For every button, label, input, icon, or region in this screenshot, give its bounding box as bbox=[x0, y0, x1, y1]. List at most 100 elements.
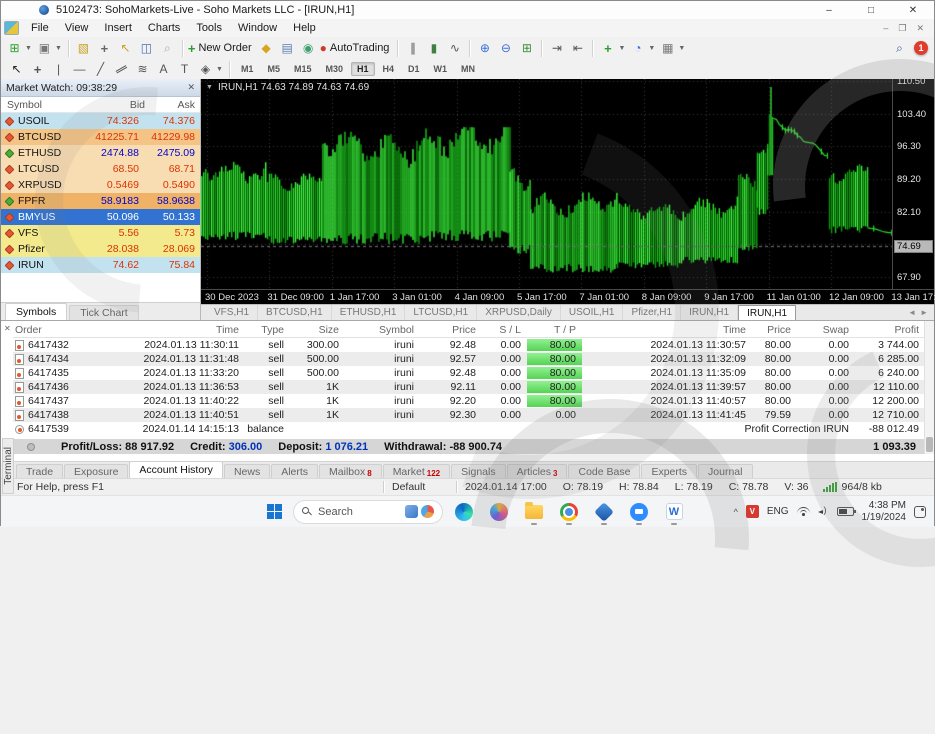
tray-clock[interactable]: 4:38 PM 1/19/2024 bbox=[862, 500, 907, 523]
depth-of-market-button[interactable]: ◆ bbox=[257, 39, 276, 58]
price-chart-canvas[interactable] bbox=[201, 79, 894, 289]
market-watch-row-irun[interactable]: IRUN74.6275.84 bbox=[1, 257, 200, 273]
new-order-button[interactable]: +New Order bbox=[188, 39, 255, 58]
pointer-mode-button[interactable]: ↖ bbox=[116, 39, 135, 58]
balance-row-6417539[interactable]: 64175392024.01.14 14:15:13balanceProfit … bbox=[13, 422, 924, 436]
column-type[interactable]: Type bbox=[245, 324, 290, 336]
taskbar-app-metatrader[interactable] bbox=[591, 499, 617, 525]
terminal-tab-experts[interactable]: Experts bbox=[641, 464, 697, 478]
sound-button[interactable]: ◉ bbox=[299, 39, 318, 58]
column-swap[interactable]: Swap bbox=[797, 324, 855, 336]
column-symbol[interactable]: Symbol bbox=[1, 99, 91, 111]
terminal-tab-code-base[interactable]: Code Base bbox=[568, 464, 640, 478]
column-symbol[interactable]: Symbol bbox=[345, 324, 420, 336]
market-watch-row-ethusd[interactable]: ETHUSD2474.882475.09 bbox=[1, 145, 200, 161]
order-row-6417436[interactable]: 64174362024.01.13 11:36:53sell1Kiruni92.… bbox=[13, 380, 924, 394]
taskbar-app-zoom[interactable] bbox=[626, 499, 652, 525]
crosshair-cursor-button[interactable]: + bbox=[95, 39, 114, 58]
order-row-6417437[interactable]: 64174372024.01.13 11:40:22sell1Kiruni92.… bbox=[13, 394, 924, 408]
new-chart-button[interactable]: ⊞ bbox=[5, 39, 24, 58]
channel-tool-button[interactable]: ∥ bbox=[112, 60, 131, 79]
auto-scroll-button[interactable]: ⇥ bbox=[547, 39, 566, 58]
maximize-button[interactable]: □ bbox=[850, 1, 892, 19]
menu-file[interactable]: File bbox=[23, 19, 57, 37]
terminal-scrollbar[interactable] bbox=[924, 321, 934, 454]
column-size[interactable]: Size bbox=[290, 324, 345, 336]
terminal-tab-trade[interactable]: Trade bbox=[16, 464, 63, 478]
chart-tab-ethusd-h1[interactable]: ETHUSD,H1 bbox=[332, 305, 406, 320]
column-profit[interactable]: Profit bbox=[855, 324, 925, 336]
tray-antivirus-icon[interactable]: V bbox=[746, 505, 759, 518]
notification-badge[interactable]: 1 bbox=[914, 41, 928, 55]
market-watch-row-usoil[interactable]: USOIL74.32674.376 bbox=[1, 113, 200, 129]
time-axis[interactable]: 30 Dec 202331 Dec 09:001 Jan 17:003 Jan … bbox=[201, 289, 934, 304]
scroll-left-icon[interactable]: ◄ bbox=[908, 308, 916, 317]
timeframe-d1[interactable]: D1 bbox=[402, 62, 426, 76]
line-chart-mode-button[interactable]: ∿ bbox=[445, 39, 464, 58]
child-close-button[interactable]: ✕ bbox=[916, 23, 924, 34]
chart-preview-button[interactable]: ▧ bbox=[74, 39, 93, 58]
chart-tab-usoil-h1[interactable]: USOIL,H1 bbox=[561, 305, 624, 320]
column-order[interactable]: Order bbox=[13, 324, 105, 336]
terminal-tab-mailbox[interactable]: Mailbox8 bbox=[319, 464, 382, 478]
market-watch-row-bmyus[interactable]: BMYUS50.09650.133 bbox=[1, 209, 200, 225]
periods-dropdown-icon[interactable]: ▼ bbox=[648, 45, 655, 52]
timeframe-m5[interactable]: M5 bbox=[261, 62, 286, 76]
column-price[interactable]: Price bbox=[752, 324, 797, 336]
order-row-6417434[interactable]: 64174342024.01.13 11:31:48sell500.00irun… bbox=[13, 352, 924, 366]
indicators-button[interactable]: + bbox=[598, 39, 617, 58]
child-minimize-button[interactable]: – bbox=[883, 23, 888, 34]
column-time[interactable]: Time bbox=[582, 324, 752, 336]
zoom-out-button[interactable]: ⊖ bbox=[496, 39, 515, 58]
new-chart-dropdown-icon[interactable]: ▼ bbox=[25, 45, 32, 52]
minimize-button[interactable]: – bbox=[808, 1, 850, 19]
profiles-dropdown-icon[interactable]: ▼ bbox=[55, 45, 62, 52]
terminal-vertical-tab[interactable]: Terminal bbox=[2, 438, 14, 494]
bar-chart-mode-button[interactable]: ∥ bbox=[403, 39, 422, 58]
market-watch-row-ltcusd[interactable]: LTCUSD68.5068.71 bbox=[1, 161, 200, 177]
chart-tab-pfizer-h1[interactable]: Pfizer,H1 bbox=[623, 305, 681, 320]
templates-button[interactable]: ▦ bbox=[658, 39, 677, 58]
status-profile[interactable]: Default bbox=[384, 481, 456, 493]
chart-tab-ltcusd-h1[interactable]: LTCUSD,H1 bbox=[405, 305, 477, 320]
terminal-tab-exposure[interactable]: Exposure bbox=[64, 464, 128, 478]
arrows-tool-button[interactable]: ◈ bbox=[196, 60, 215, 79]
menu-help[interactable]: Help bbox=[285, 19, 324, 37]
timeframe-m1[interactable]: M1 bbox=[235, 62, 260, 76]
taskbar-app-edge[interactable] bbox=[451, 499, 477, 525]
column-sl[interactable]: S / L bbox=[482, 324, 527, 336]
start-button[interactable] bbox=[263, 501, 285, 523]
order-row-6417435[interactable]: 64174352024.01.13 11:33:20sell500.00irun… bbox=[13, 366, 924, 380]
column-time[interactable]: Time bbox=[105, 324, 245, 336]
column-bid[interactable]: Bid bbox=[91, 99, 145, 111]
taskbar-search-input[interactable]: Search bbox=[293, 500, 443, 524]
chart-area[interactable]: ▼ IRUN,H1 74.63 74.89 74.63 74.69 110.50… bbox=[201, 79, 934, 304]
autotrading-button[interactable]: ●AutoTrading bbox=[320, 39, 393, 58]
candlestick-mode-button[interactable]: ▮ bbox=[424, 39, 443, 58]
vertical-line-tool-button[interactable]: | bbox=[49, 60, 68, 79]
order-row-6417438[interactable]: 64174382024.01.13 11:40:51sell1Kiruni92.… bbox=[13, 408, 924, 422]
market-watch-row-xrpusd[interactable]: XRPUSD0.54690.5490 bbox=[1, 177, 200, 193]
market-watch-row-fpfr[interactable]: FPFR58.918358.9638 bbox=[1, 193, 200, 209]
terminal-tab-articles[interactable]: Articles3 bbox=[507, 464, 568, 478]
terminal-tab-news[interactable]: News bbox=[224, 464, 270, 478]
column-tp[interactable]: T / P bbox=[527, 324, 582, 336]
terminal-close-icon[interactable]: ✕ bbox=[4, 324, 11, 333]
scroll-right-icon[interactable]: ► bbox=[920, 308, 928, 317]
menu-window[interactable]: Window bbox=[230, 19, 285, 37]
column-price[interactable]: Price bbox=[420, 324, 482, 336]
magnifier-disabled-button[interactable]: ⌕ bbox=[158, 39, 177, 58]
speaker-icon[interactable] bbox=[818, 507, 829, 517]
profiles-button[interactable]: ▣ bbox=[35, 39, 54, 58]
market-watch-row-btcusd[interactable]: BTCUSD41225.7141229.98 bbox=[1, 129, 200, 145]
notification-center-icon[interactable] bbox=[914, 506, 926, 518]
tray-language[interactable]: ENG bbox=[767, 506, 789, 517]
chart-tab-vfs-h1[interactable]: VFS,H1 bbox=[206, 305, 258, 320]
chart-tab-irun-h1[interactable]: IRUN,H1 bbox=[681, 305, 738, 320]
market-watch-row-vfs[interactable]: VFS5.565.73 bbox=[1, 225, 200, 241]
chart-shift-button[interactable]: ⇤ bbox=[568, 39, 587, 58]
taskbar-app-chrome[interactable] bbox=[556, 499, 582, 525]
terminal-tab-alerts[interactable]: Alerts bbox=[271, 464, 318, 478]
menu-tools[interactable]: Tools bbox=[188, 19, 230, 37]
timeframe-m30[interactable]: M30 bbox=[319, 62, 349, 76]
